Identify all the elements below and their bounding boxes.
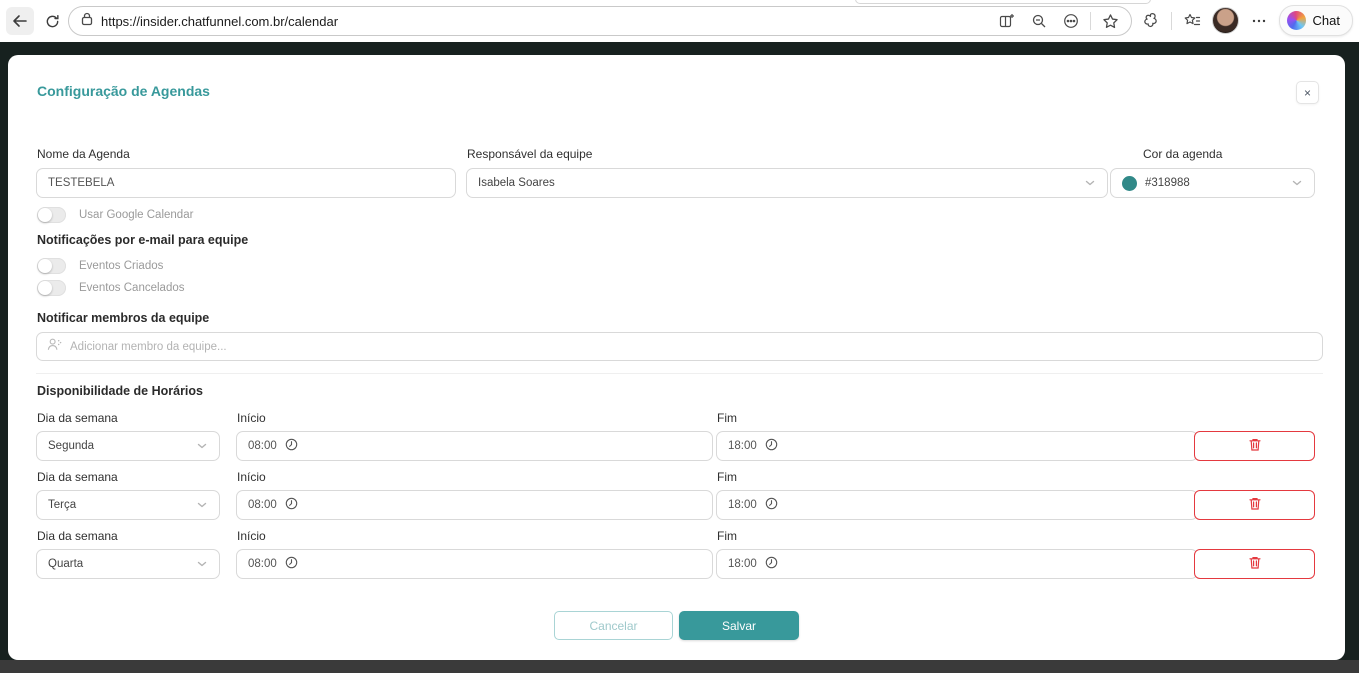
- browser-toolbar: Chat: [0, 0, 1359, 42]
- day-select-value: Quarta: [48, 558, 84, 570]
- owner-select-value: Isabela Soares: [478, 177, 555, 189]
- toggle-switch-icon[interactable]: [37, 258, 66, 274]
- end-time-value: 18:00: [728, 499, 757, 511]
- chevron-down-icon: [1291, 177, 1303, 189]
- start-label: Início: [237, 470, 266, 484]
- clock-icon[interactable]: [285, 556, 298, 572]
- toolbar-divider: [1170, 11, 1172, 30]
- clock-icon[interactable]: [765, 438, 778, 454]
- events-created-toggle[interactable]: Eventos Criados: [37, 258, 163, 274]
- google-calendar-toggle[interactable]: Usar Google Calendar: [37, 207, 193, 223]
- zoom-icon[interactable]: [1026, 8, 1052, 34]
- notifications-heading: Notificações por e-mail para equipe: [37, 233, 249, 247]
- availability-heading: Disponibilidade de Horários: [37, 384, 203, 398]
- section-divider: [36, 373, 1323, 374]
- clock-icon[interactable]: [765, 497, 778, 513]
- agenda-name-input[interactable]: [36, 168, 456, 198]
- add-member-field[interactable]: [36, 332, 1323, 361]
- day-of-week-label: Dia da semana: [37, 529, 118, 543]
- copilot-chat-label: Chat: [1312, 13, 1340, 28]
- owner-label: Responsável da equipe: [467, 147, 593, 161]
- trash-icon: [1248, 437, 1262, 455]
- start-time-input-row-1[interactable]: 08:00: [236, 431, 713, 461]
- save-button[interactable]: Salvar: [679, 611, 799, 640]
- day-select-value: Terça: [48, 499, 77, 511]
- end-time-input-row-3[interactable]: 18:00: [716, 549, 1198, 579]
- delete-row-button-1[interactable]: [1194, 431, 1315, 461]
- day-select-row-2[interactable]: Terça: [36, 490, 220, 520]
- end-time-value: 18:00: [728, 440, 757, 452]
- add-member-icon: [47, 337, 62, 356]
- notify-members-heading: Notificar membros da equipe: [37, 311, 210, 325]
- tab-strip-remnant: [855, 0, 1151, 4]
- day-select-row-1[interactable]: Segunda: [36, 431, 220, 461]
- end-time-input-row-1[interactable]: 18:00: [716, 431, 1198, 461]
- split-screen-icon[interactable]: [994, 8, 1020, 34]
- end-label: Fim: [717, 529, 737, 543]
- modal-title: Configuração de Agendas: [37, 83, 210, 99]
- toolbar-divider: [1090, 12, 1091, 30]
- browser-back-button[interactable]: [6, 7, 34, 35]
- clock-icon[interactable]: [285, 497, 298, 513]
- collections-icon[interactable]: [1179, 8, 1205, 34]
- agenda-color-label: Cor da agenda: [1143, 147, 1223, 161]
- trash-icon: [1248, 496, 1262, 514]
- start-time-input-row-3[interactable]: 08:00: [236, 549, 713, 579]
- start-label: Início: [237, 411, 266, 425]
- add-member-input[interactable]: [70, 340, 1312, 353]
- lock-icon[interactable]: [81, 12, 93, 31]
- color-swatch: [1122, 175, 1137, 191]
- color-select-value: #318988: [1145, 177, 1190, 189]
- settings-ellipsis-icon[interactable]: [1246, 8, 1272, 34]
- screen: Chat Configuração de Agendas × Nome da A…: [0, 0, 1359, 673]
- end-label: Fim: [717, 411, 737, 425]
- cancel-button[interactable]: Cancelar: [554, 611, 673, 640]
- end-time-value: 18:00: [728, 558, 757, 570]
- clock-icon[interactable]: [285, 438, 298, 454]
- back-arrow-icon: [12, 14, 28, 28]
- chevron-down-icon: [1084, 177, 1096, 189]
- start-time-value: 08:00: [248, 499, 277, 511]
- google-calendar-toggle-label: Usar Google Calendar: [79, 209, 194, 221]
- end-label: Fim: [717, 470, 737, 484]
- close-button[interactable]: ×: [1296, 81, 1319, 104]
- url-input[interactable]: [101, 13, 994, 29]
- profile-avatar[interactable]: [1211, 7, 1239, 34]
- day-of-week-label: Dia da semana: [37, 470, 118, 484]
- toggle-switch-icon[interactable]: [37, 207, 66, 223]
- day-of-week-label: Dia da semana: [37, 411, 118, 425]
- agenda-config-modal: Configuração de Agendas × Nome da Agenda…: [8, 55, 1345, 660]
- start-label: Início: [237, 529, 266, 543]
- events-cancelled-toggle[interactable]: Eventos Cancelados: [37, 280, 184, 296]
- toggle-switch-icon[interactable]: [37, 280, 66, 296]
- clock-icon[interactable]: [765, 556, 778, 572]
- reload-icon: [45, 14, 60, 29]
- delete-row-button-2[interactable]: [1194, 490, 1315, 520]
- browser-essentials-icon[interactable]: [1138, 8, 1164, 34]
- start-time-value: 08:00: [248, 558, 277, 570]
- copilot-logo-icon: [1286, 11, 1306, 30]
- start-time-value: 08:00: [248, 440, 277, 452]
- owner-select[interactable]: Isabela Soares: [466, 168, 1108, 198]
- agenda-color-select[interactable]: #318988: [1110, 168, 1315, 198]
- day-select-row-3[interactable]: Quarta: [36, 549, 220, 579]
- address-bar[interactable]: [68, 6, 1132, 36]
- browser-reload-button[interactable]: [38, 7, 66, 35]
- delete-row-button-3[interactable]: [1194, 549, 1315, 579]
- events-created-toggle-label: Eventos Criados: [79, 260, 164, 272]
- start-time-input-row-2[interactable]: 08:00: [236, 490, 713, 520]
- bottom-strip: [0, 660, 1359, 673]
- agenda-name-label: Nome da Agenda: [37, 147, 130, 161]
- chevron-down-icon: [196, 558, 208, 570]
- trash-icon: [1248, 555, 1262, 573]
- chevron-down-icon: [196, 499, 208, 511]
- more-tools-circle-icon[interactable]: [1058, 8, 1084, 34]
- day-select-value: Segunda: [48, 440, 95, 452]
- events-cancelled-toggle-label: Eventos Cancelados: [79, 282, 185, 294]
- end-time-input-row-2[interactable]: 18:00: [716, 490, 1198, 520]
- favorite-star-icon[interactable]: [1097, 8, 1123, 34]
- chevron-down-icon: [196, 440, 208, 452]
- copilot-chat-button[interactable]: Chat: [1278, 5, 1353, 36]
